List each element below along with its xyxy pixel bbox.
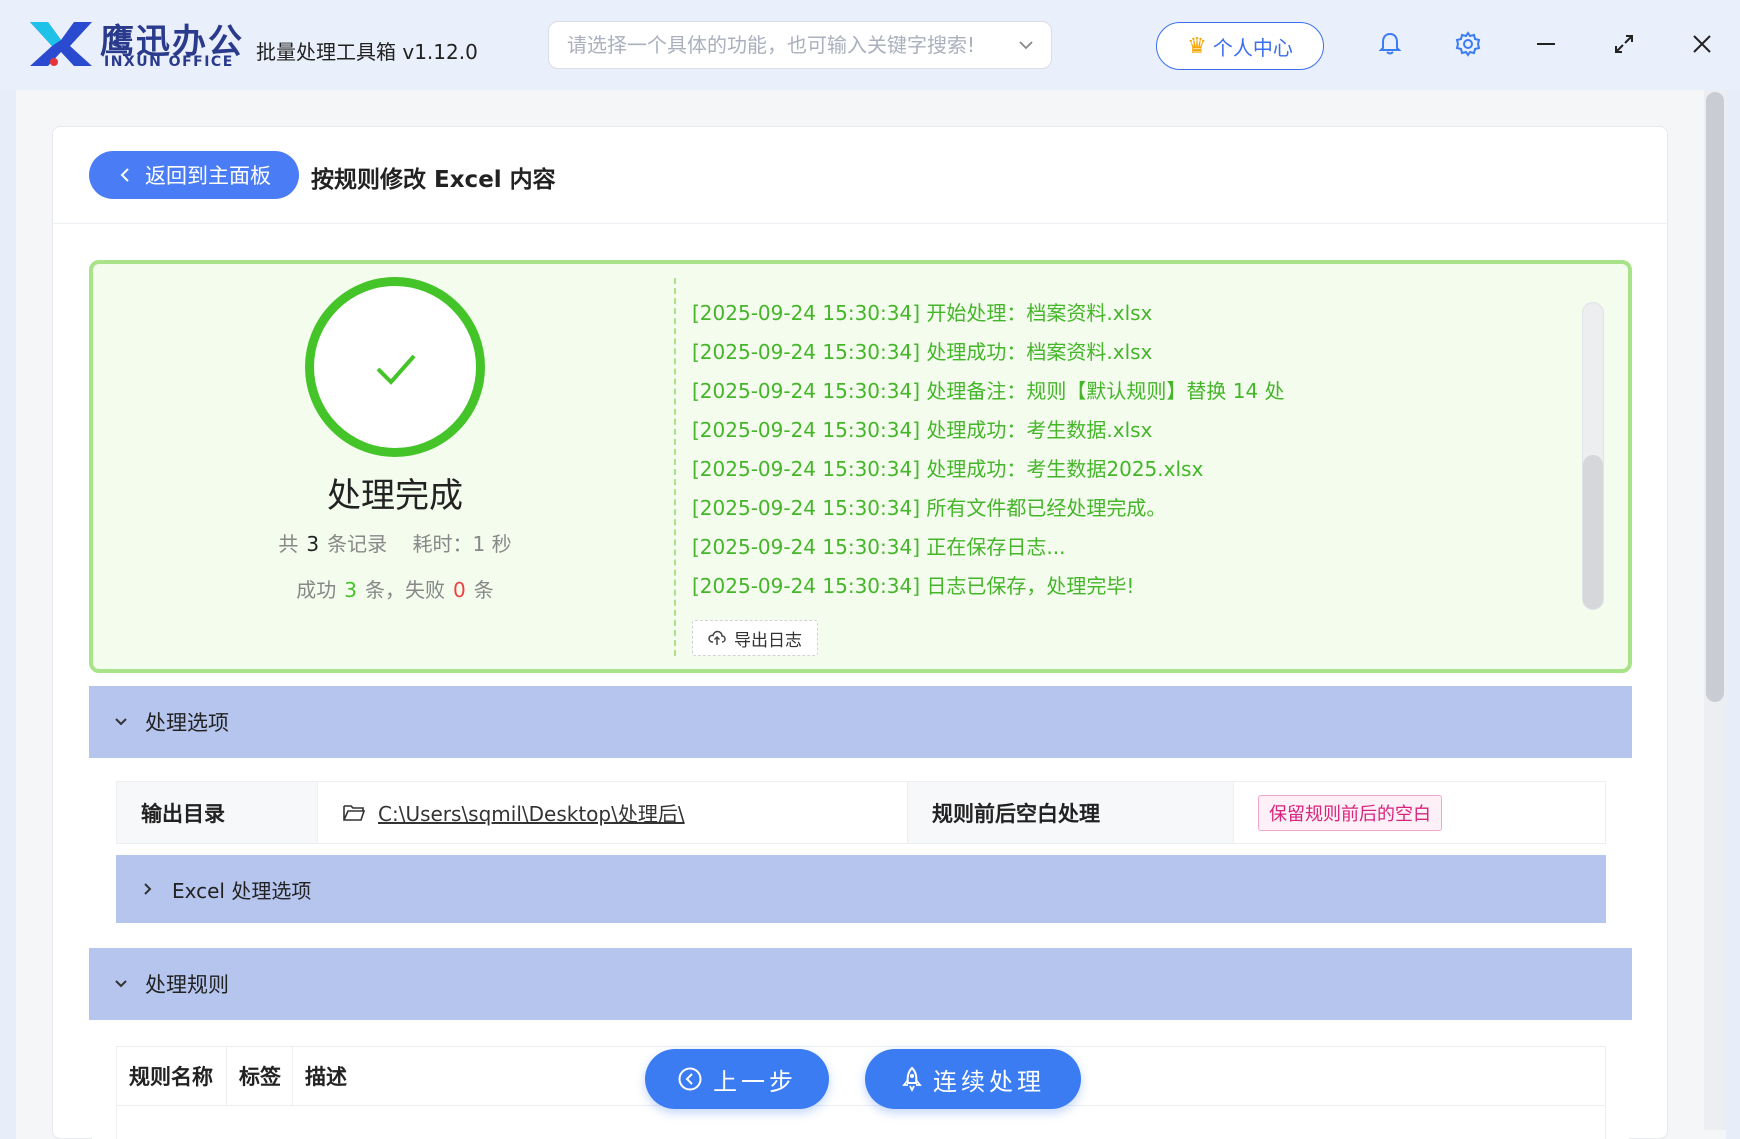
log-line: [2025-09-24 15:30:34] 处理成功：档案资料.xlsx [692, 340, 1153, 364]
success-prefix: 成功 [296, 578, 337, 602]
page-title: 按规则修改 Excel 内容 [311, 167, 556, 193]
whitespace-label: 规则前后空白处理 [907, 782, 1233, 843]
log-line: [2025-09-24 15:30:34] 开始处理：档案资料.xlsx [692, 301, 1153, 325]
page-scroll-thumb[interactable] [1706, 92, 1724, 702]
rules-table-header: 规则名称 标签 描述 [116, 1046, 1606, 1106]
previous-step-button[interactable]: 上一步 [645, 1049, 829, 1109]
back-to-dashboard-button[interactable]: 返回到主面板 [89, 151, 299, 199]
result-summary: 共 3 条记录 耗时：1 秒 [200, 528, 590, 557]
title-bar: 鹰迅办公 INXUN OFFICE 批量处理工具箱 v1.12.0 ♛ 个人中心 [0, 0, 1740, 90]
check-icon [376, 354, 416, 385]
log-line: [2025-09-24 15:30:34] 处理成功：考生数据.xlsx [692, 418, 1153, 442]
continue-processing-button[interactable]: 连续处理 [865, 1049, 1081, 1109]
chevron-down-icon [115, 980, 127, 988]
success-count: 3 [344, 578, 357, 602]
chevron-right-icon [144, 883, 152, 895]
excel-options-label: Excel 处理选项 [172, 878, 312, 903]
output-dir-cell: C:\Users\sqmil\Desktop\处理后\ [317, 782, 907, 843]
options-section-label: 处理选项 [145, 711, 229, 735]
total-count: 3 [306, 532, 320, 556]
personal-center-label: 个人中心 [1212, 35, 1293, 60]
options-row: 输出目录 C:\Users\sqmil\Desktop\处理后\ 规则前后空白处… [116, 781, 1606, 844]
whitespace-cell: 保留规则前后的空白 [1233, 782, 1605, 843]
header-divider [52, 223, 1668, 224]
maximize-icon[interactable] [1608, 28, 1640, 60]
log-list: [2025-09-24 15:30:34] 开始处理：档案资料.xlsx [20… [692, 298, 1572, 610]
total-prefix: 共 [278, 532, 299, 556]
column-header-tag: 标签 [227, 1047, 293, 1105]
options-section-header[interactable]: 处理选项 [89, 686, 1632, 758]
export-log-label: 导出日志 [734, 630, 802, 651]
log-line: [2025-09-24 15:30:34] 日志已保存，处理完毕! [692, 574, 1135, 598]
chevron-down-icon[interactable] [1015, 34, 1037, 56]
rocket-icon [902, 1066, 922, 1092]
continue-processing-label: 连续处理 [933, 1067, 1045, 1096]
log-line: [2025-09-24 15:30:34] 所有文件都已经处理完成。 [692, 496, 1167, 520]
excel-options-header[interactable]: Excel 处理选项 [116, 855, 1606, 923]
log-line: [2025-09-24 15:30:34] 正在保存日志... [692, 535, 1066, 559]
column-header-description: 描述 [305, 1065, 347, 1089]
minimize-icon[interactable] [1530, 28, 1562, 60]
chevron-down-icon [115, 718, 127, 726]
output-dir-label: 输出目录 [117, 782, 317, 843]
app-title: 批量处理工具箱 v1.12.0 [256, 40, 478, 64]
search-input[interactable] [549, 22, 989, 68]
crown-icon: ♛ [1187, 33, 1207, 59]
previous-step-label: 上一步 [713, 1067, 797, 1096]
result-counts: 成功 3 条，失败 0 条 [200, 574, 590, 603]
result-divider [674, 278, 676, 656]
fail-count: 0 [453, 578, 466, 602]
result-title: 处理完成 [327, 476, 463, 516]
chevron-left-icon [120, 168, 129, 182]
inxun-logo-icon [30, 22, 92, 66]
personal-center-button[interactable]: ♛ 个人中心 [1156, 22, 1324, 70]
log-line: [2025-09-24 15:30:34] 处理成功：考生数据2025.xlsx [692, 457, 1204, 481]
rules-section-label: 处理规则 [145, 973, 229, 997]
folder-icon [343, 804, 366, 821]
time-label: 耗时：1 秒 [412, 532, 512, 556]
brand-name-en: INXUN OFFICE [104, 54, 234, 70]
fail-suffix: 条 [473, 578, 494, 602]
close-icon[interactable] [1686, 28, 1718, 60]
function-search[interactable] [548, 21, 1052, 69]
log-line: [2025-09-24 15:30:34] 处理备注：规则【默认规则】替换 14… [692, 379, 1285, 403]
bell-icon[interactable] [1374, 28, 1406, 60]
export-log-button[interactable]: 导出日志 [692, 620, 818, 656]
output-dir-link[interactable]: C:\Users\sqmil\Desktop\处理后\ [378, 798, 685, 827]
success-suffix: 条，失败 [365, 578, 445, 602]
total-suffix: 条记录 [327, 532, 388, 556]
gear-icon[interactable] [1452, 28, 1484, 60]
rules-section-header[interactable]: 处理规则 [89, 948, 1632, 1020]
whitespace-tag: 保留规则前后的空白 [1258, 794, 1442, 831]
log-scroll-thumb[interactable] [1583, 455, 1603, 609]
back-button-label: 返回到主面板 [145, 164, 271, 188]
circle-chevron-left-icon [678, 1067, 702, 1091]
table-row [116, 1106, 1606, 1139]
column-header-rule-name: 规则名称 [117, 1047, 227, 1105]
cloud-upload-icon [708, 630, 726, 645]
